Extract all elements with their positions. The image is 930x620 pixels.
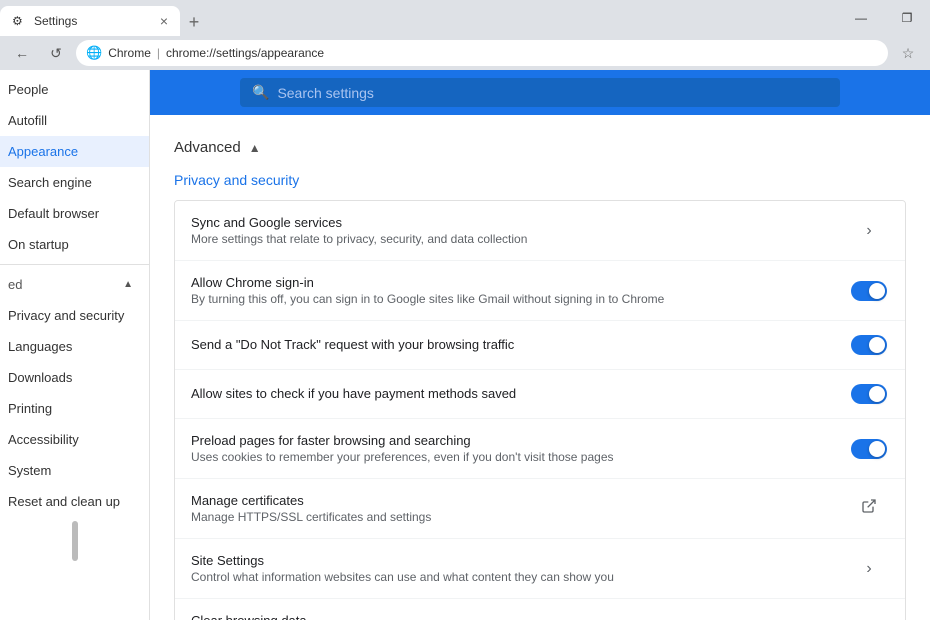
row-action-site-settings: › bbox=[849, 560, 889, 578]
advanced-label: Advanced bbox=[174, 139, 241, 156]
main-inner: Advanced ▲ Privacy and security Sync and… bbox=[150, 115, 930, 620]
tab-title: Settings bbox=[34, 14, 152, 28]
row-content-site-settings: Site Settings Control what information w… bbox=[191, 553, 849, 584]
address-bar[interactable]: 🌐 Chrome | chrome://settings/appearance bbox=[76, 40, 888, 66]
sidebar-item-reset[interactable]: Reset and clean up bbox=[0, 486, 149, 517]
row-title-site-settings: Site Settings bbox=[191, 553, 849, 568]
sidebar-advanced-header[interactable]: ed ▲ bbox=[0, 269, 149, 300]
row-action-signin bbox=[849, 281, 889, 301]
row-content-certificates: Manage certificates Manage HTTPS/SSL cer… bbox=[191, 493, 849, 524]
row-content-dnt: Send a "Do Not Track" request with your … bbox=[191, 337, 849, 354]
row-subtitle-sync: More settings that relate to privacy, se… bbox=[191, 232, 849, 246]
settings-row-signin[interactable]: Allow Chrome sign-in By turning this off… bbox=[175, 261, 905, 321]
row-content-clear-data: Clear browsing data Clear history, cooki… bbox=[191, 613, 849, 620]
search-bar: 🔍 bbox=[150, 70, 930, 115]
sidebar-item-privacy[interactable]: Privacy and security bbox=[0, 300, 149, 331]
toggle-preload[interactable] bbox=[851, 439, 887, 459]
settings-card: Sync and Google services More settings t… bbox=[174, 200, 906, 620]
settings-row-dnt[interactable]: Send a "Do Not Track" request with your … bbox=[175, 321, 905, 370]
row-content-sync: Sync and Google services More settings t… bbox=[191, 215, 849, 246]
row-content-signin: Allow Chrome sign-in By turning this off… bbox=[191, 275, 849, 306]
advanced-chevron: ▲ bbox=[249, 141, 261, 155]
tab-favicon: ⚙ bbox=[12, 14, 26, 28]
toggle-signin[interactable] bbox=[851, 281, 887, 301]
sidebar-item-printing[interactable]: Printing bbox=[0, 393, 149, 424]
sidebar-item-autofill[interactable]: Autofill bbox=[0, 105, 149, 136]
row-title-clear-data: Clear browsing data bbox=[191, 613, 849, 620]
toggle-thumb-preload bbox=[869, 441, 885, 457]
row-title-sync: Sync and Google services bbox=[191, 215, 849, 230]
row-title-preload: Preload pages for faster browsing and se… bbox=[191, 433, 849, 448]
address-text: chrome://settings/appearance bbox=[166, 46, 324, 60]
chevron-right-icon: › bbox=[866, 222, 871, 240]
sidebar-item-search-engine[interactable]: Search engine bbox=[0, 167, 149, 198]
row-subtitle-certificates: Manage HTTPS/SSL certificates and settin… bbox=[191, 510, 849, 524]
tab-close-button[interactable]: × bbox=[160, 13, 168, 29]
sidebar-item-downloads[interactable]: Downloads bbox=[0, 362, 149, 393]
settings-row-clear-data[interactable]: Clear browsing data Clear history, cooki… bbox=[175, 599, 905, 620]
toggle-thumb-payment bbox=[869, 386, 885, 402]
bookmark-button[interactable]: ☆ bbox=[894, 39, 922, 67]
row-action-preload bbox=[849, 439, 889, 459]
settings-row-certificates[interactable]: Manage certificates Manage HTTPS/SSL cer… bbox=[175, 479, 905, 539]
row-action-payment bbox=[849, 384, 889, 404]
row-title-certificates: Manage certificates bbox=[191, 493, 849, 508]
sidebar-item-appearance[interactable]: Appearance bbox=[0, 136, 149, 167]
row-title-payment: Allow sites to check if you have payment… bbox=[191, 386, 849, 401]
back-button[interactable]: ← bbox=[8, 39, 36, 67]
external-link-icon bbox=[861, 498, 877, 519]
row-action-sync: › bbox=[849, 222, 889, 240]
settings-row-site-settings[interactable]: Site Settings Control what information w… bbox=[175, 539, 905, 599]
search-input[interactable] bbox=[277, 85, 828, 101]
sidebar-item-on-startup[interactable]: On startup bbox=[0, 229, 149, 260]
reload-button[interactable]: ↺ bbox=[42, 39, 70, 67]
sidebar-item-people[interactable]: People bbox=[0, 74, 149, 105]
sidebar: People Autofill Appearance Search engine… bbox=[0, 70, 150, 620]
toggle-thumb-dnt bbox=[869, 337, 885, 353]
maximize-button[interactable]: ❐ bbox=[884, 0, 930, 36]
row-content-preload: Preload pages for faster browsing and se… bbox=[191, 433, 849, 464]
row-content-payment: Allow sites to check if you have payment… bbox=[191, 386, 849, 403]
sidebar-item-languages[interactable]: Languages bbox=[0, 331, 149, 362]
row-subtitle-signin: By turning this off, you can sign in to … bbox=[191, 292, 849, 306]
advanced-header[interactable]: Advanced ▲ bbox=[174, 131, 906, 172]
section-title: Privacy and security bbox=[174, 172, 906, 188]
settings-row-sync[interactable]: Sync and Google services More settings t… bbox=[175, 201, 905, 261]
row-title-dnt: Send a "Do Not Track" request with your … bbox=[191, 337, 849, 352]
toggle-thumb-signin bbox=[869, 283, 885, 299]
app-body: People Autofill Appearance Search engine… bbox=[0, 70, 930, 620]
row-subtitle-site-settings: Control what information websites can us… bbox=[191, 570, 849, 584]
row-subtitle-preload: Uses cookies to remember your preference… bbox=[191, 450, 849, 464]
sidebar-divider bbox=[0, 264, 149, 265]
row-action-certificates bbox=[849, 498, 889, 519]
address-bar-row: ← ↺ 🌐 Chrome | chrome://settings/appeara… bbox=[0, 36, 930, 70]
sidebar-item-default-browser[interactable]: Default browser bbox=[0, 198, 149, 229]
sidebar-item-system[interactable]: System bbox=[0, 455, 149, 486]
sidebar-item-accessibility[interactable]: Accessibility bbox=[0, 424, 149, 455]
search-wrap: 🔍 bbox=[240, 78, 840, 107]
minimize-button[interactable]: — bbox=[838, 0, 884, 36]
main-content: Advanced ▲ Privacy and security Sync and… bbox=[150, 115, 930, 620]
site-icon: 🌐 bbox=[86, 45, 102, 61]
new-tab-button[interactable]: + bbox=[180, 8, 208, 36]
toggle-dnt[interactable] bbox=[851, 335, 887, 355]
sidebar-scrollbar[interactable] bbox=[72, 521, 78, 561]
settings-row-payment[interactable]: Allow sites to check if you have payment… bbox=[175, 370, 905, 419]
row-title-signin: Allow Chrome sign-in bbox=[191, 275, 849, 290]
active-tab[interactable]: ⚙ Settings × bbox=[0, 6, 180, 36]
brand-label: Chrome bbox=[108, 46, 151, 60]
window-controls: — ❐ bbox=[838, 0, 930, 36]
toggle-payment[interactable] bbox=[851, 384, 887, 404]
settings-row-preload[interactable]: Preload pages for faster browsing and se… bbox=[175, 419, 905, 479]
row-action-dnt bbox=[849, 335, 889, 355]
chevron-right-icon-site: › bbox=[866, 560, 871, 578]
search-icon: 🔍 bbox=[252, 84, 269, 101]
